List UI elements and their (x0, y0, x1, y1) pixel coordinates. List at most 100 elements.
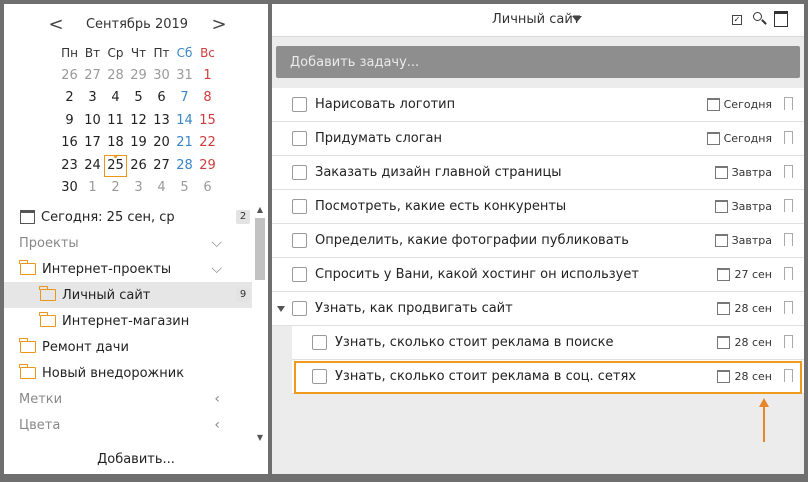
calendar-day[interactable]: 27 (150, 155, 173, 178)
calendar-day[interactable]: 13 (150, 110, 173, 133)
bookmark-icon[interactable] (784, 369, 794, 386)
search-icon[interactable] (753, 12, 767, 26)
calendar-day[interactable]: 1 (81, 177, 104, 200)
calendar-day-today[interactable]: 25 (104, 154, 127, 177)
calendar-day[interactable]: 21 (173, 132, 196, 155)
calendar-day[interactable]: 17 (81, 132, 104, 155)
subtask-row[interactable]: Узнать, сколько стоит реклама в поиске 2… (292, 326, 804, 360)
calendar-day[interactable]: 20 (150, 132, 173, 155)
calendar-day[interactable]: 30 (58, 177, 81, 200)
task-checkbox[interactable] (292, 267, 307, 282)
calendar-day[interactable]: 28 (173, 155, 196, 178)
add-task-input[interactable] (276, 46, 800, 78)
calendar-day[interactable]: 3 (127, 177, 150, 200)
bookmark-icon[interactable] (784, 199, 794, 216)
previous-month-button[interactable]: < (46, 14, 66, 38)
scroll-down-arrow-icon[interactable]: ▼ (254, 432, 266, 444)
calendar-day[interactable]: 1 (196, 65, 219, 88)
calendar-day[interactable]: 22 (196, 132, 219, 155)
add-project-button[interactable]: Добавить... (4, 448, 268, 472)
bookmark-icon[interactable] (784, 267, 794, 284)
subtask-row[interactable]: Узнать, сколько стоит реклама в соц. сет… (292, 360, 804, 394)
calendar-day[interactable]: 19 (127, 132, 150, 155)
task-checkbox[interactable] (292, 131, 307, 146)
bookmark-icon[interactable] (784, 131, 794, 148)
nav-section-colors[interactable]: Цвета ‹ (4, 412, 252, 438)
nav-item-internet-projects[interactable]: Интернет-проекты ⌵ (4, 256, 252, 282)
caret-down-icon[interactable] (572, 16, 582, 22)
scroll-up-arrow-icon[interactable]: ▲ (254, 204, 266, 216)
calendar-day[interactable]: 31 (173, 65, 196, 88)
task-row[interactable]: Заказать дизайн главной страницы Завтра (272, 156, 804, 190)
bookmark-icon[interactable] (784, 233, 794, 250)
task-due-date[interactable]: Сегодня (706, 98, 772, 111)
nav-section-tags[interactable]: Метки ‹ (4, 386, 252, 412)
task-checkbox[interactable] (292, 97, 307, 112)
task-due-date[interactable]: Завтра (714, 234, 772, 247)
calendar-day[interactable]: 30 (150, 65, 173, 88)
calendar-day[interactable]: 6 (150, 87, 173, 110)
task-row[interactable]: Спросить у Вани, какой хостинг он исполь… (272, 258, 804, 292)
task-due-date[interactable]: Сегодня (706, 132, 772, 145)
nav-item-new-suv[interactable]: Новый внедорожник (4, 360, 252, 386)
task-row[interactable]: Посмотреть, какие есть конкуренты Завтра (272, 190, 804, 224)
calendar-day[interactable]: 8 (196, 87, 219, 110)
nav-item-dacha-repair[interactable]: Ремонт дачи (4, 334, 252, 360)
task-due-date[interactable]: Завтра (714, 166, 772, 179)
calendar-day[interactable]: 2 (58, 87, 81, 110)
task-due-date[interactable]: 28 сен (717, 302, 772, 315)
nav-item-online-shop[interactable]: Интернет-магазин (4, 308, 252, 334)
calendar-day[interactable]: 4 (104, 87, 127, 110)
task-due-date[interactable]: 28 сен (717, 336, 772, 349)
nav-today[interactable]: Сегодня: 25 сен, ср 2 (4, 204, 252, 230)
calendar-day[interactable]: 12 (127, 110, 150, 133)
calendar-icon[interactable] (774, 11, 788, 27)
project-title[interactable]: Личный сайт (492, 12, 580, 27)
calendar-day[interactable]: 9 (58, 110, 81, 133)
calendar-day[interactable]: 26 (127, 155, 150, 178)
calendar-day[interactable]: 29 (196, 155, 219, 178)
sidebar-scrollbar[interactable]: ▲ ▼ (254, 204, 266, 444)
calendar-day[interactable]: 5 (173, 177, 196, 200)
task-row[interactable]: Определить, какие фотографии публиковать… (272, 224, 804, 258)
task-row[interactable]: Нарисовать логотип Сегодня (272, 88, 804, 122)
calendar-day[interactable]: 5 (127, 87, 150, 110)
scroll-thumb[interactable] (255, 218, 265, 280)
task-row[interactable]: Придумать слоган Сегодня (272, 122, 804, 156)
task-due-date[interactable]: 28 сен (717, 370, 772, 383)
calendar-day[interactable]: 23 (58, 155, 81, 178)
show-completed-check-icon[interactable]: ✓ (732, 15, 742, 25)
calendar-day[interactable]: 6 (196, 177, 219, 200)
bookmark-icon[interactable] (784, 335, 794, 352)
task-row-parent[interactable]: Узнать, как продвигать сайт 28 сен (272, 292, 804, 326)
bookmark-icon[interactable] (784, 301, 794, 318)
task-checkbox[interactable] (312, 369, 327, 384)
nav-item-personal-site[interactable]: Личный сайт 9 (4, 282, 252, 308)
calendar-day[interactable]: 3 (81, 87, 104, 110)
calendar-day[interactable]: 28 (104, 65, 127, 88)
calendar-day[interactable]: 27 (81, 65, 104, 88)
task-checkbox[interactable] (292, 233, 307, 248)
calendar-day[interactable]: 15 (196, 110, 219, 133)
calendar-day[interactable]: 26 (58, 65, 81, 88)
task-due-date[interactable]: 27 сен (717, 268, 772, 281)
calendar-day[interactable]: 14 (173, 110, 196, 133)
bookmark-icon[interactable] (784, 165, 794, 182)
collapse-triangle-icon[interactable] (277, 306, 285, 312)
task-due-date[interactable]: Завтра (714, 200, 772, 213)
calendar-day[interactable]: 24 (81, 155, 104, 178)
task-checkbox[interactable] (312, 335, 327, 350)
calendar-day[interactable]: 4 (150, 177, 173, 200)
calendar-day[interactable]: 16 (58, 132, 81, 155)
calendar-day[interactable]: 7 (173, 87, 196, 110)
calendar-day[interactable]: 10 (81, 110, 104, 133)
bookmark-icon[interactable] (784, 97, 794, 114)
calendar-day[interactable]: 18 (104, 132, 127, 155)
calendar-day[interactable]: 29 (127, 65, 150, 88)
next-month-button[interactable]: > (209, 14, 229, 38)
task-checkbox[interactable] (292, 199, 307, 214)
nav-section-projects[interactable]: Проекты ⌵ (4, 230, 252, 256)
task-checkbox[interactable] (292, 301, 307, 316)
calendar-day[interactable]: 2 (104, 177, 127, 200)
calendar-day[interactable]: 11 (104, 110, 127, 133)
